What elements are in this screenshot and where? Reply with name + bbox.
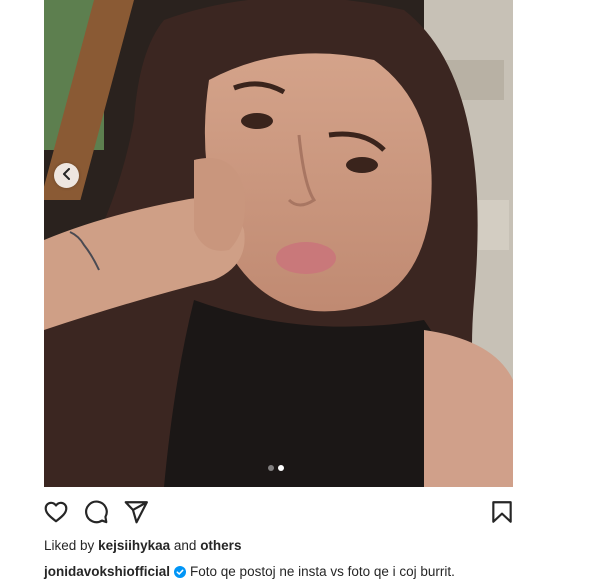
comment-icon xyxy=(83,499,109,525)
heart-icon xyxy=(43,499,69,525)
share-button[interactable] xyxy=(123,499,149,525)
likes-summary: Liked by kejsiihykaa and others xyxy=(44,538,241,553)
caption-text: Foto qe postoj ne insta vs foto qe i coj… xyxy=(190,564,455,579)
like-button[interactable] xyxy=(43,499,69,525)
post-actions xyxy=(43,499,513,525)
bookmark-icon xyxy=(489,499,515,525)
chevron-left-icon xyxy=(62,167,72,185)
carousel-dot-active xyxy=(278,465,284,471)
liked-by-user-link[interactable]: kejsiihykaa xyxy=(98,538,170,553)
save-button[interactable] xyxy=(489,499,515,525)
likes-conjunction: and xyxy=(173,538,197,553)
caption-username-link[interactable]: jonidavokshiofficial xyxy=(44,564,170,579)
likes-prefix: Liked by xyxy=(44,538,95,553)
carousel-prev-button[interactable] xyxy=(54,163,79,188)
carousel-indicator xyxy=(268,465,284,471)
post-caption: jonidavokshiofficial Foto qe postoj ne i… xyxy=(44,564,455,579)
comment-button[interactable] xyxy=(83,499,109,525)
carousel-dot xyxy=(268,465,274,471)
verified-badge-icon xyxy=(174,565,187,578)
likes-others-link[interactable]: others xyxy=(200,538,241,553)
post-image[interactable] xyxy=(44,0,513,487)
send-icon xyxy=(123,499,149,525)
